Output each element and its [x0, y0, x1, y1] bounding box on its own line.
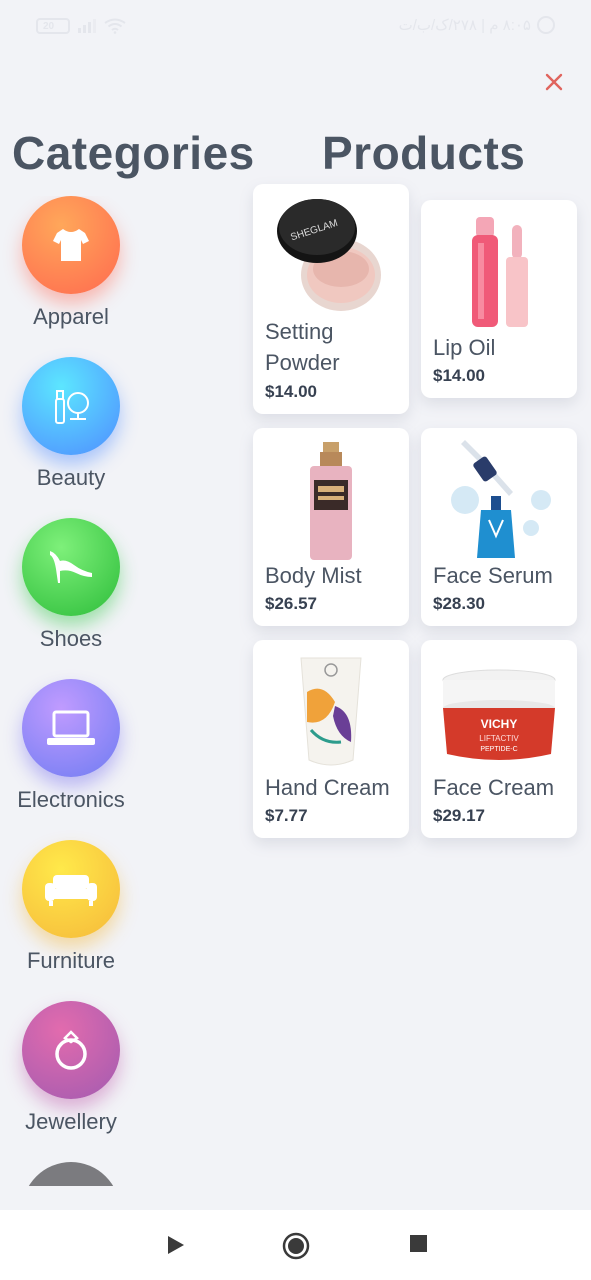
- category-label: Shoes: [39, 626, 103, 651]
- cosmetics-icon: [55, 390, 89, 424]
- circle-home-icon: [282, 1232, 310, 1260]
- category-shoes[interactable]: Shoes: [0, 518, 142, 668]
- setting-powder-image: SHEGLAM: [253, 190, 409, 320]
- nav-home-button[interactable]: [282, 1232, 310, 1260]
- product-name: Hand Cream: [265, 775, 390, 800]
- square-icon: [410, 1235, 427, 1252]
- products-title: Products: [322, 127, 526, 179]
- system-nav-bar: [0, 1210, 591, 1280]
- tshirt-icon: [53, 229, 89, 261]
- close-icon: [545, 73, 563, 91]
- category-beauty[interactable]: Beauty: [0, 357, 142, 507]
- category-label: Electronics: [17, 787, 125, 812]
- category-label: Furniture: [26, 948, 116, 973]
- product-card-lip-oil[interactable]: Lip Oil $14.00: [421, 200, 577, 398]
- category-circle: [22, 518, 120, 616]
- product-price: $14.00: [433, 366, 485, 385]
- product-price: $29.17: [433, 806, 485, 825]
- product-name-line2: Powder: [265, 350, 340, 375]
- category-circle: [22, 679, 120, 777]
- categories-title: Categories: [12, 127, 255, 179]
- whatsapp-icon: [537, 16, 555, 34]
- sofa-icon: [45, 875, 97, 906]
- category-circle: [22, 196, 120, 294]
- category-label: Beauty: [36, 465, 106, 490]
- product-card-face-serum[interactable]: Face Serum $28.30: [421, 428, 577, 626]
- battery-icon: 20: [36, 18, 70, 34]
- product-card-hand-cream[interactable]: Hand Cream $7.77: [253, 640, 409, 838]
- wifi-icon: [104, 18, 126, 34]
- battery-level: 20: [43, 21, 55, 32]
- face-cream-image: VICHY LIFTACTIV PEPTIDE-C: [421, 648, 577, 778]
- status-right: ۸:۰۵ م | ۲۷۸/ک/ب/ت: [399, 16, 555, 34]
- category-electronics[interactable]: Electronics: [0, 679, 142, 829]
- category-circle: [22, 1001, 120, 1099]
- signal-icon: [78, 19, 96, 33]
- high-heel-icon: [50, 551, 92, 583]
- category-circle: [22, 840, 120, 938]
- ring-icon: [55, 1030, 87, 1070]
- category-apparel[interactable]: Apparel: [0, 196, 142, 346]
- category-more[interactable]: [0, 1162, 142, 1186]
- product-name: Face Serum: [433, 563, 553, 588]
- category-circle: [22, 357, 120, 455]
- nav-recents-button[interactable]: [408, 1232, 434, 1258]
- product-price: $28.30: [433, 594, 485, 613]
- category-circle: [22, 1162, 120, 1186]
- nav-back-button[interactable]: [162, 1232, 188, 1258]
- hand-cream-image: [253, 648, 409, 778]
- close-button[interactable]: [540, 68, 568, 96]
- category-furniture[interactable]: Furniture: [0, 840, 142, 990]
- product-price: $7.77: [265, 806, 308, 825]
- product-name: Lip Oil: [433, 335, 496, 360]
- product-name: Setting: [265, 319, 334, 344]
- status-left: 20: [36, 18, 126, 34]
- face-cream-brand: VICHY: [481, 717, 518, 731]
- product-card-setting-powder[interactable]: SHEGLAM Setting Powder $14.00: [253, 184, 409, 414]
- product-price: $14.00: [265, 382, 317, 401]
- category-label: Jewellery: [25, 1109, 117, 1134]
- laptop-icon: [47, 710, 95, 745]
- face-serum-image: [421, 436, 577, 566]
- lip-oil-image: [421, 208, 577, 338]
- product-price: $26.57: [265, 594, 317, 613]
- category-jewellery[interactable]: Jewellery: [0, 1001, 142, 1151]
- status-clock: ۸:۰۵ م | ۲۷۸/ک/ب/ت: [398, 17, 531, 34]
- face-cream-line: LIFTACTIV: [479, 734, 519, 743]
- categories-list[interactable]: Apparel Beauty Shoes Electronics Furnitu…: [0, 196, 142, 1186]
- product-card-body-mist[interactable]: Body Mist $26.57: [253, 428, 409, 626]
- face-cream-variant: PEPTIDE-C: [480, 746, 517, 753]
- product-card-face-cream[interactable]: VICHY LIFTACTIV PEPTIDE-C Face Cream $29.1…: [421, 640, 577, 838]
- product-name: Face Cream: [433, 775, 555, 800]
- category-label: Apparel: [33, 304, 109, 329]
- status-bar: 20 ۸:۰۵ م | ۲۷۸/ک/ب/ت: [0, 0, 591, 52]
- product-name: Body Mist: [265, 563, 362, 588]
- body-mist-image: [253, 436, 409, 566]
- play-icon: [168, 1236, 184, 1254]
